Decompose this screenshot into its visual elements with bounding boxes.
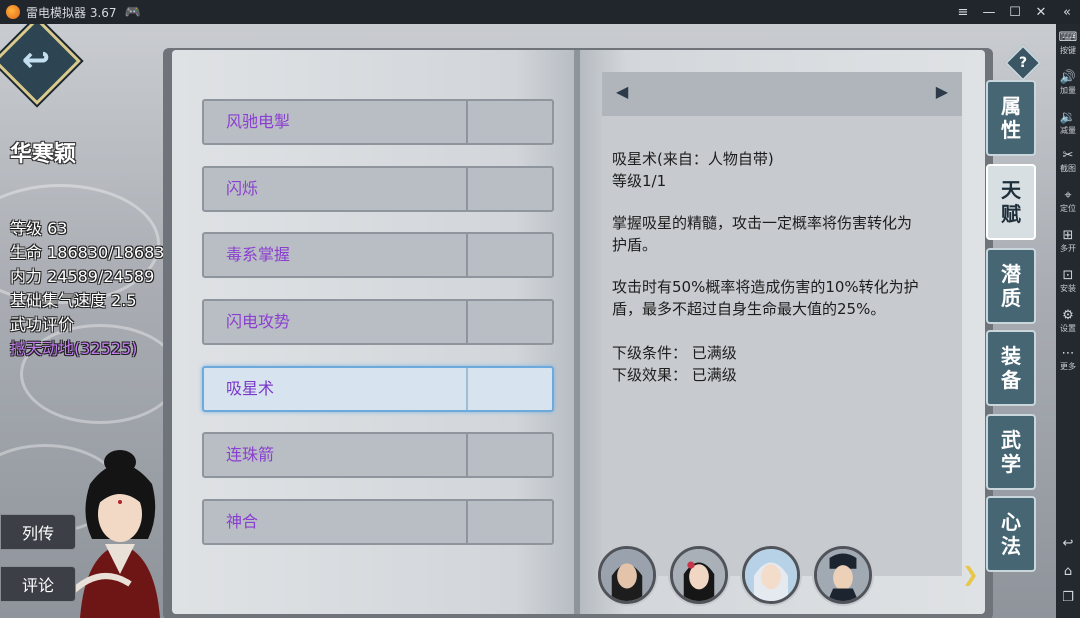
- skill-name: 风驰电掣: [226, 112, 291, 131]
- skill-slot-selected[interactable]: 吸星术: [202, 366, 554, 412]
- character-portrait: [67, 450, 160, 618]
- sidebar-item-install[interactable]: ⊡ 安装: [1056, 268, 1080, 294]
- party-member-avatar[interactable]: [814, 546, 872, 604]
- skill-name: 吸星术: [226, 379, 275, 398]
- multi-instance-icon: ⊞: [1062, 228, 1074, 243]
- book-spine: [574, 50, 580, 614]
- tab-attributes[interactable]: 属性: [986, 80, 1036, 156]
- game-screen: ↩ 华寒颖 等级 63 生命 186830/186830 内力 24589/24…: [0, 24, 1056, 618]
- emulator-sidebar: ⌨ 按键 🔊 加量 🔉 减量 ✂ 截图 ⌖ 定位 ⊞ 多开 ⊡ 安装 ⚙ 设置 …: [1056, 24, 1080, 618]
- close-icon[interactable]: ✕: [1028, 0, 1054, 24]
- apk-install-icon: ⊡: [1062, 268, 1074, 283]
- sidebar-item-location[interactable]: ⌖ 定位: [1056, 188, 1080, 214]
- party-member-avatar[interactable]: [670, 546, 728, 604]
- more-icon: ⋯: [1061, 346, 1075, 361]
- keyboard-icon: ⌨: [1058, 30, 1078, 45]
- next-page-icon[interactable]: ❯: [962, 562, 979, 586]
- tab-talent[interactable]: 天赋: [986, 164, 1036, 240]
- next-level-condition: 下级条件： 已满级: [612, 344, 737, 362]
- skill-level-cell: [466, 434, 552, 476]
- recent-apps-icon[interactable]: ❐: [1056, 590, 1080, 606]
- tab-equipment[interactable]: 装备: [986, 330, 1036, 406]
- skill-level-cell: [466, 168, 552, 210]
- skill-slot[interactable]: 连珠箭: [202, 432, 554, 478]
- tab-mind-method[interactable]: 心法: [986, 496, 1036, 572]
- tab-martial-arts[interactable]: 武学: [986, 414, 1036, 490]
- martial-rating-value: 撼天动地(32525): [10, 339, 138, 358]
- window-controls: ≡ — ☐ ✕ «: [950, 0, 1080, 24]
- skill-slot[interactable]: 毒系掌握: [202, 232, 554, 278]
- next-skill-icon[interactable]: ▶: [936, 82, 948, 101]
- sidebar-item-more[interactable]: ⋯ 更多: [1056, 346, 1080, 372]
- party-member-avatar[interactable]: [742, 546, 800, 604]
- skill-level-cell: [466, 501, 552, 543]
- skill-slot[interactable]: 神合: [202, 499, 554, 545]
- skill-level-cell: [466, 301, 552, 343]
- sidebar-item-screenshot[interactable]: ✂ 截图: [1056, 148, 1080, 174]
- location-icon: ⌖: [1064, 188, 1072, 203]
- sidebar-item-settings[interactable]: ⚙ 设置: [1056, 308, 1080, 334]
- detail-header: ◀ ▶: [602, 72, 962, 116]
- skill-description: 掌握吸星的精髓，攻击一定概率将伤害转化为: [612, 214, 913, 232]
- character-qi-speed: 基础集气速度 2.5: [10, 291, 137, 310]
- scissors-icon: ✂: [1062, 148, 1074, 163]
- menu-icon[interactable]: ≡: [950, 0, 976, 24]
- character-level: 等级 63: [10, 219, 68, 238]
- skill-effect: 攻击时有50%概率将造成伤害的10%转化为护: [612, 278, 919, 296]
- sidebar-item-keys[interactable]: ⌨ 按键: [1056, 30, 1080, 56]
- skill-level-cell: [466, 234, 552, 276]
- next-level-effect: 下级效果： 已满级: [612, 366, 737, 384]
- volume-up-icon: 🔊: [1059, 70, 1077, 85]
- collapse-icon[interactable]: «: [1054, 0, 1080, 24]
- character-mp: 内力 24589/24589: [10, 267, 155, 286]
- app-logo-icon: [6, 5, 20, 19]
- character-name: 华寒颖: [10, 142, 77, 167]
- skill-name: 连珠箭: [226, 445, 275, 464]
- prev-skill-icon[interactable]: ◀: [616, 82, 628, 101]
- volume-down-icon: 🔉: [1059, 110, 1077, 125]
- gear-icon: ⚙: [1062, 308, 1074, 323]
- emulator-titlebar: 雷电模拟器 3.67 🎮 ≡ — ☐ ✕ «: [0, 0, 1080, 24]
- skill-detail-level: 等级1/1: [612, 172, 667, 190]
- comment-button[interactable]: 评论: [0, 566, 76, 602]
- character-hp: 生命 186830/186830: [10, 243, 175, 262]
- window-title: 雷电模拟器 3.67: [26, 5, 117, 20]
- minimize-icon[interactable]: —: [976, 0, 1002, 24]
- skill-detail-title: 吸星术(来自：人物自带): [612, 150, 774, 168]
- skill-level-cell: [466, 101, 552, 143]
- skill-slot[interactable]: 闪烁: [202, 166, 554, 212]
- skill-name: 毒系掌握: [226, 245, 291, 264]
- skill-name: 闪烁: [226, 179, 259, 198]
- skill-name: 神合: [226, 512, 259, 531]
- gamepad-icon[interactable]: 🎮: [125, 5, 141, 20]
- skill-name: 闪电攻势: [226, 312, 291, 331]
- skill-level-cell: [466, 368, 552, 410]
- skill-slot[interactable]: 风驰电掣: [202, 99, 554, 145]
- biography-button[interactable]: 列传: [0, 514, 76, 550]
- maximize-icon[interactable]: ☐: [1002, 0, 1028, 24]
- party-member-avatar[interactable]: [598, 546, 656, 604]
- skill-description: 护盾。: [612, 236, 658, 254]
- help-icon[interactable]: ?: [1014, 51, 1032, 75]
- tab-potential[interactable]: 潜质: [986, 248, 1036, 324]
- sidebar-item-volume-down[interactable]: 🔉 减量: [1056, 110, 1080, 136]
- sidebar-item-multi[interactable]: ⊞ 多开: [1056, 228, 1080, 254]
- home-icon[interactable]: ⌂: [1056, 564, 1080, 580]
- martial-rating-label: 武功评价: [10, 315, 75, 334]
- skill-slot[interactable]: 闪电攻势: [202, 299, 554, 345]
- skill-effect: 盾，最多不超过自身生命最大值的25%。: [612, 300, 886, 318]
- return-arrow-icon[interactable]: ↩: [16, 40, 56, 80]
- sidebar-item-volume-up[interactable]: 🔊 加量: [1056, 70, 1080, 96]
- back-icon[interactable]: ↩: [1056, 536, 1080, 552]
